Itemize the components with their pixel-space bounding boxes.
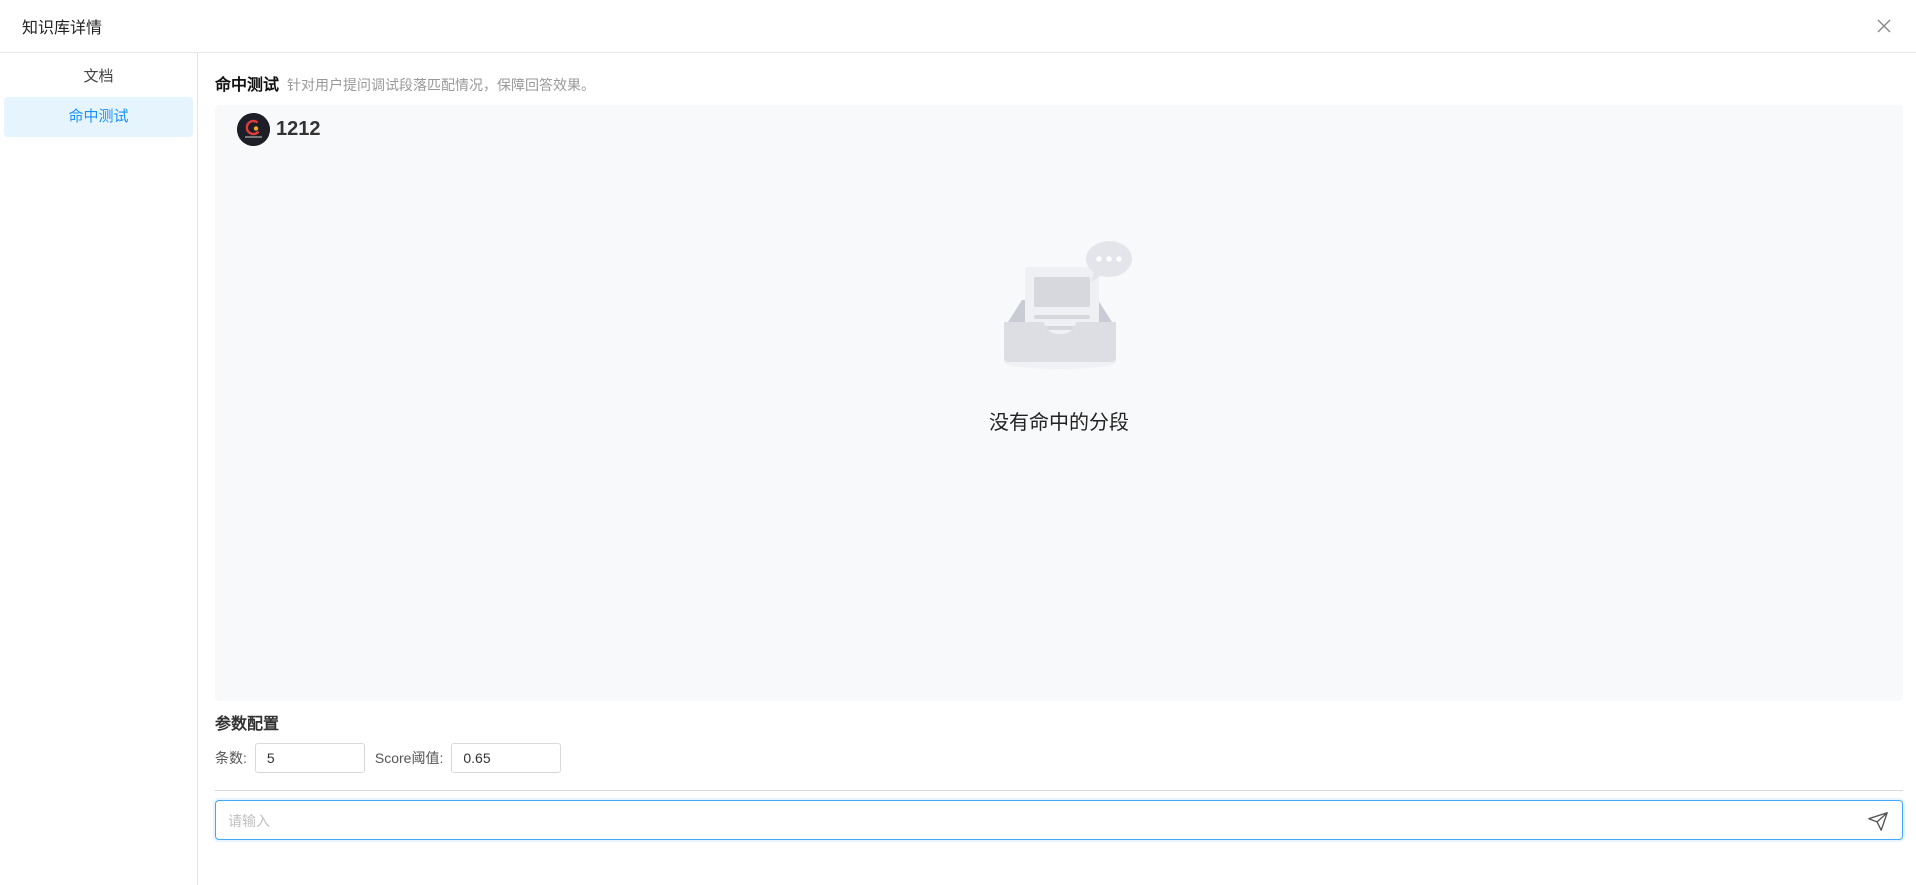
score-threshold-input[interactable]: 0.65 — [451, 743, 562, 773]
section-description: 针对用户提问调试段落匹配情况，保障回答效果。 — [287, 77, 596, 93]
empty-state-text: 没有命中的分段 — [989, 412, 1129, 434]
close-icon — [1877, 19, 1891, 33]
send-icon — [1868, 812, 1888, 831]
count-label: 条数: — [215, 750, 247, 766]
modal-title: 知识库详情 — [22, 20, 103, 37]
logo-icon — [237, 113, 270, 146]
params-title: 参数配置 — [215, 716, 280, 733]
sidebar: 文档 命中测试 — [0, 53, 198, 885]
knowledge-base-name: 1212 — [276, 118, 321, 140]
close-button[interactable] — [1872, 14, 1896, 38]
sidebar-item-documents[interactable]: 文档 — [4, 57, 193, 97]
knowledge-base-tag: 1212 — [237, 113, 321, 146]
avatar — [237, 113, 270, 146]
section-title: 命中测试 — [215, 77, 280, 94]
params-row: 条数: 5 Score阈值: 0.65 — [215, 743, 562, 773]
main-content: 命中测试 针对用户提问调试段落匹配情况，保障回答效果。 1212 没有命中的分段… — [215, 53, 1903, 885]
score-threshold-label: Score阈值: — [374, 750, 444, 766]
sidebar-item-label: 命中测试 — [68, 108, 129, 125]
sidebar-item-label: 文档 — [83, 68, 114, 85]
query-input[interactable] — [226, 801, 1850, 841]
results-panel: 1212 没有命中的分段 — [215, 105, 1903, 701]
count-input[interactable]: 5 — [254, 743, 365, 773]
query-box — [215, 800, 1903, 841]
divider — [215, 790, 1903, 791]
send-button[interactable] — [1866, 809, 1890, 833]
sidebar-item-hit-test[interactable]: 命中测试 — [4, 97, 193, 137]
modal-header: 知识库详情 — [0, 0, 1916, 53]
empty-inbox-illustration — [1004, 241, 1132, 369]
section-header: 命中测试 针对用户提问调试段落匹配情况，保障回答效果。 — [215, 71, 595, 95]
